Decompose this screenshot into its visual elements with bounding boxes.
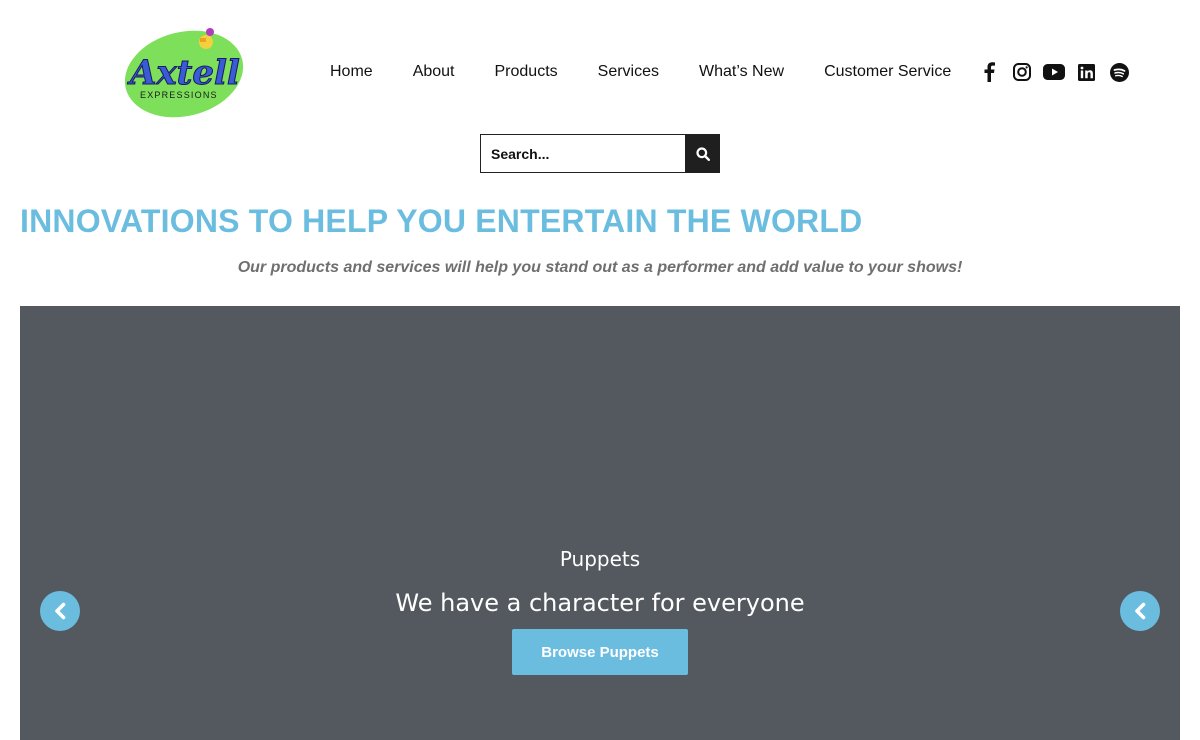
logo-graphic: Axtell EXPRESSIONS <box>124 28 244 118</box>
nav-home[interactable]: Home <box>330 63 373 81</box>
search-form <box>480 134 720 173</box>
slide-title: Puppets <box>559 547 641 571</box>
chevron-left-icon <box>1135 602 1146 620</box>
search-input[interactable] <box>480 134 685 173</box>
spotify-icon[interactable] <box>1108 61 1130 83</box>
main-nav: Home About Products Services What’s New … <box>310 61 971 83</box>
page-headline: INNOVATIONS TO HELP YOU ENTERTAIN THE WO… <box>20 203 863 239</box>
nav-whats-new[interactable]: What’s New <box>699 63 784 81</box>
logo-subtitle: EXPRESSIONS <box>140 90 218 100</box>
nav-products[interactable]: Products <box>495 63 558 81</box>
chevron-left-icon <box>55 602 66 620</box>
nav-customer-service[interactable]: Customer Service <box>824 63 951 81</box>
slide-description: We have a character for everyone <box>395 589 805 617</box>
nav-services[interactable]: Services <box>598 63 659 81</box>
nav-about[interactable]: About <box>413 63 455 81</box>
social-links <box>978 61 1141 83</box>
search-button[interactable] <box>685 134 720 173</box>
youtube-icon[interactable] <box>1043 61 1065 83</box>
page-subheadline: Our products and services will help you … <box>237 259 963 276</box>
logo-wordmark: Axtell <box>127 53 240 93</box>
facebook-icon[interactable] <box>978 61 1000 83</box>
browse-puppets-button[interactable]: Browse Puppets <box>512 629 688 675</box>
site-logo[interactable]: Axtell EXPRESSIONS <box>124 24 246 120</box>
slider-prev-button[interactable] <box>40 591 80 631</box>
slider-next-button[interactable] <box>1120 591 1160 631</box>
hero-slider: Puppets We have a character for everyone… <box>20 306 1180 740</box>
instagram-icon[interactable] <box>1011 61 1033 83</box>
search-icon <box>695 146 710 161</box>
linkedin-icon[interactable] <box>1076 61 1098 83</box>
